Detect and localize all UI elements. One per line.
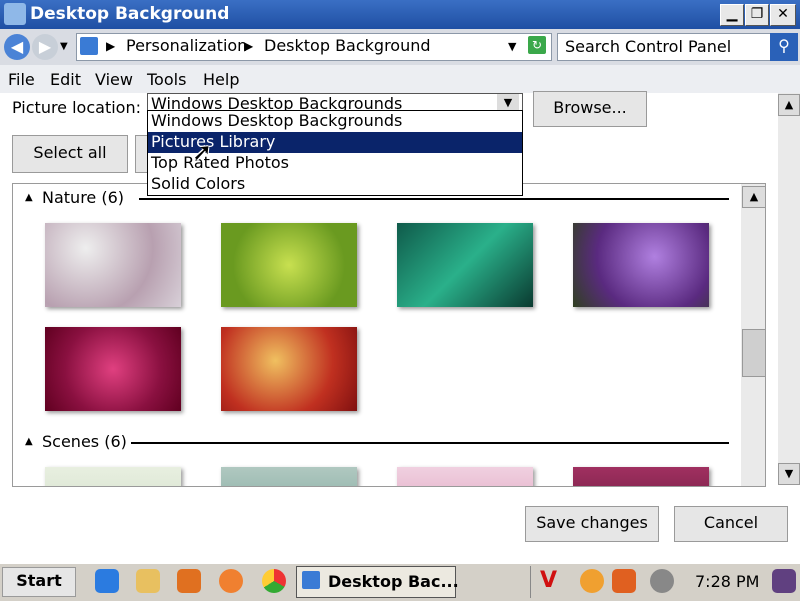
search-placeholder: Search Control Panel — [565, 37, 732, 56]
breadcrumb-separator-icon[interactable]: ▶ — [244, 39, 253, 53]
thumbnail[interactable] — [573, 467, 709, 486]
section-header-scenes[interactable]: Scenes (6) — [42, 432, 127, 451]
browse-button[interactable]: Browse... — [533, 91, 647, 127]
menu-help[interactable]: Help — [203, 70, 239, 89]
menu-tools[interactable]: Tools — [147, 70, 186, 89]
search-icon[interactable]: ⚲ — [770, 33, 798, 61]
minimize-button[interactable]: ▁ — [720, 4, 744, 26]
breadcrumb-separator-icon[interactable]: ▶ — [106, 39, 115, 53]
thumbnail[interactable] — [573, 223, 709, 307]
menu-edit[interactable]: Edit — [50, 70, 81, 89]
collapse-scenes-icon[interactable]: ▲ — [25, 436, 33, 447]
thumbnail[interactable] — [221, 467, 357, 486]
back-button[interactable]: ◀ — [4, 34, 30, 60]
antivirus-icon[interactable]: V — [540, 568, 557, 593]
outer-scrollbar-track[interactable] — [778, 93, 800, 485]
restore-button[interactable]: ❐ — [745, 4, 769, 26]
section-divider — [131, 442, 729, 444]
speaker-icon[interactable] — [650, 569, 674, 593]
monitor-icon[interactable] — [612, 569, 636, 593]
internet-explorer-icon[interactable] — [95, 569, 119, 593]
clock[interactable]: 7:28 PM — [695, 572, 759, 591]
chrome-icon[interactable] — [262, 569, 286, 593]
outer-scroll-down-icon[interactable]: ▼ — [778, 463, 800, 485]
thumbnail[interactable] — [45, 223, 181, 307]
thumbnail[interactable] — [45, 467, 181, 486]
option-solid-colors[interactable]: Solid Colors — [148, 174, 522, 195]
section-header-nature[interactable]: Nature (6) — [42, 188, 124, 207]
collapse-nature-icon[interactable]: ▲ — [25, 192, 33, 203]
option-windows-desktop-backgrounds[interactable]: Windows Desktop Backgrounds — [148, 111, 522, 132]
scroll-up-icon[interactable]: ▲ — [742, 186, 765, 208]
thumbnail[interactable] — [221, 327, 357, 411]
uc-browser-icon[interactable] — [219, 569, 243, 593]
outer-scroll-up-icon[interactable]: ▲ — [778, 94, 800, 116]
window-title: Desktop Background — [30, 4, 230, 24]
media-player-icon[interactable] — [177, 569, 201, 593]
start-label: Start — [16, 571, 62, 590]
thumbnail[interactable] — [397, 223, 533, 307]
section-divider — [139, 198, 729, 200]
control-panel-icon — [80, 37, 98, 55]
forward-button[interactable]: ▶ — [32, 34, 58, 60]
show-desktop-icon[interactable] — [772, 569, 796, 593]
taskbar-window-label: Desktop Bac... — [328, 572, 459, 591]
mouse-cursor-icon: ➚ — [192, 138, 213, 166]
file-explorer-icon[interactable] — [136, 569, 160, 593]
close-button[interactable]: ✕ — [770, 4, 796, 26]
inner-scrollbar-thumb[interactable] — [742, 329, 765, 377]
picture-picker: ▲ Nature (6) ▲ Scenes (6) ▲ — [12, 183, 766, 487]
thumbnail[interactable] — [221, 223, 357, 307]
menu-view[interactable]: View — [95, 70, 133, 89]
thumbnail[interactable] — [45, 327, 181, 411]
thumbnail[interactable] — [397, 467, 533, 486]
window-app-icon — [4, 3, 26, 25]
menu-file[interactable]: File — [8, 70, 35, 89]
address-dropdown-icon[interactable]: ▼ — [508, 40, 516, 53]
picture-location-label: Picture location: — [12, 98, 141, 117]
control-panel-icon — [302, 571, 320, 589]
breadcrumb-desktop-background[interactable]: Desktop Background — [264, 36, 431, 55]
save-changes-button[interactable]: Save changes — [525, 506, 659, 542]
history-dropdown-icon[interactable]: ▼ — [60, 41, 68, 52]
refresh-icon[interactable]: ↻ — [528, 36, 546, 54]
search-tray-icon[interactable] — [580, 569, 604, 593]
breadcrumb-personalization[interactable]: Personalization — [126, 36, 247, 55]
cancel-button[interactable]: Cancel — [674, 506, 788, 542]
select-all-button[interactable]: Select all — [12, 135, 128, 173]
start-button[interactable]: Start — [2, 567, 76, 597]
